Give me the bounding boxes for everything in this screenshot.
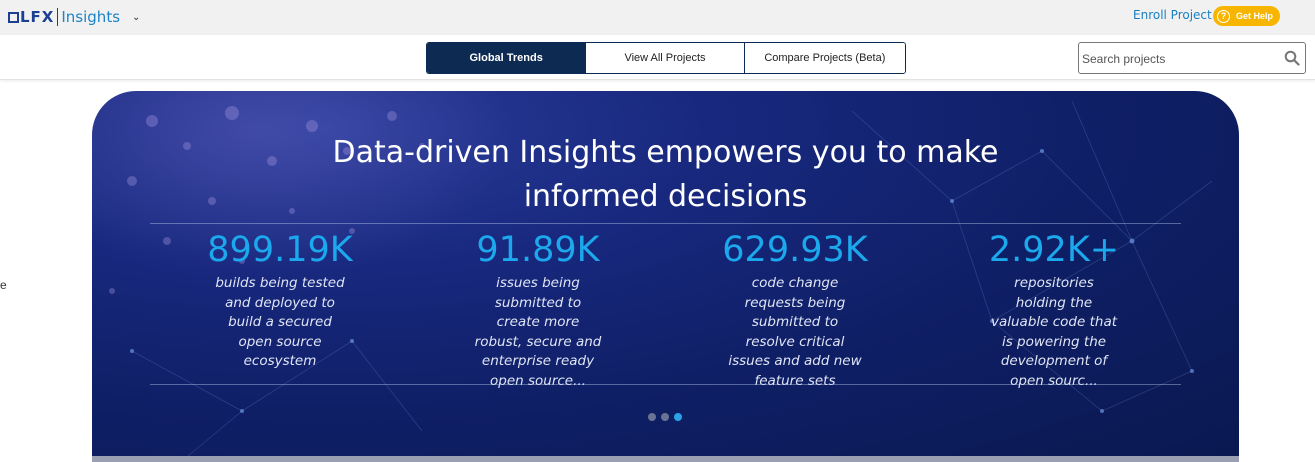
- stat-description: builds being tested and deployed to buil…: [215, 275, 345, 369]
- stat-value: 899.19K: [207, 230, 353, 270]
- stat-code-changes: 629.93K code change requests being submi…: [675, 228, 915, 391]
- carousel-dot-active[interactable]: [674, 413, 682, 421]
- enroll-project-link[interactable]: Enroll Project: [1133, 8, 1212, 22]
- lfx-logo: LFX: [8, 8, 54, 26]
- view-tabs: Global Trends View All Projects Compare …: [426, 42, 906, 74]
- headline-line-1: Data-driven Insights empowers you to mak…: [332, 135, 999, 170]
- top-bar: LFX Insights ⌄ Enroll Project ? Get Help: [0, 0, 1315, 35]
- carousel-dots: [648, 413, 682, 421]
- stat-value: 629.93K: [722, 230, 868, 270]
- tab-view-all-projects[interactable]: View All Projects: [586, 43, 745, 73]
- tab-compare-projects[interactable]: Compare Projects (Beta): [744, 43, 905, 73]
- logo-divider: [57, 8, 59, 26]
- divider-bottom: [150, 384, 1181, 385]
- stat-issues: 91.89K issues being submitted to create …: [418, 228, 658, 391]
- stat-value: 91.89K: [476, 230, 600, 270]
- headline-line-2: informed decisions: [523, 179, 808, 214]
- stat-description: issues being submitted to create more ro…: [474, 275, 602, 389]
- stat-repositories: 2.92K+ repositories holding the valuable…: [934, 228, 1174, 391]
- chevron-down-icon[interactable]: ⌄: [132, 12, 140, 23]
- carousel-dot[interactable]: [648, 413, 656, 421]
- divider-top: [150, 223, 1181, 224]
- get-help-label: Get Help: [1236, 11, 1274, 21]
- carousel-dot[interactable]: [661, 413, 669, 421]
- help-icon: ?: [1217, 9, 1230, 23]
- stat-value: 2.92K+: [988, 230, 1120, 270]
- hero-bottom-strip: [92, 456, 1239, 462]
- stat-description: repositories holding the valuable code t…: [990, 275, 1118, 389]
- search-input[interactable]: [1082, 49, 1282, 69]
- product-switcher[interactable]: LFX Insights ⌄: [8, 7, 140, 27]
- hero-headline: Data-driven Insights empowers you to mak…: [92, 131, 1239, 219]
- search-box: [1078, 42, 1306, 74]
- stat-description: code change requests being submitted to …: [728, 275, 862, 389]
- product-name: Insights: [61, 8, 121, 26]
- tab-global-trends[interactable]: Global Trends: [427, 43, 587, 73]
- stat-builds: 899.19K builds being tested and deployed…: [160, 228, 400, 372]
- nav-bar: Global Trends View All Projects Compare …: [0, 35, 1315, 80]
- get-help-button[interactable]: ? Get Help: [1213, 6, 1280, 26]
- hero-banner: Data-driven Insights empowers you to mak…: [92, 91, 1239, 462]
- search-icon[interactable]: [1284, 50, 1300, 66]
- clipped-text: e: [0, 278, 7, 292]
